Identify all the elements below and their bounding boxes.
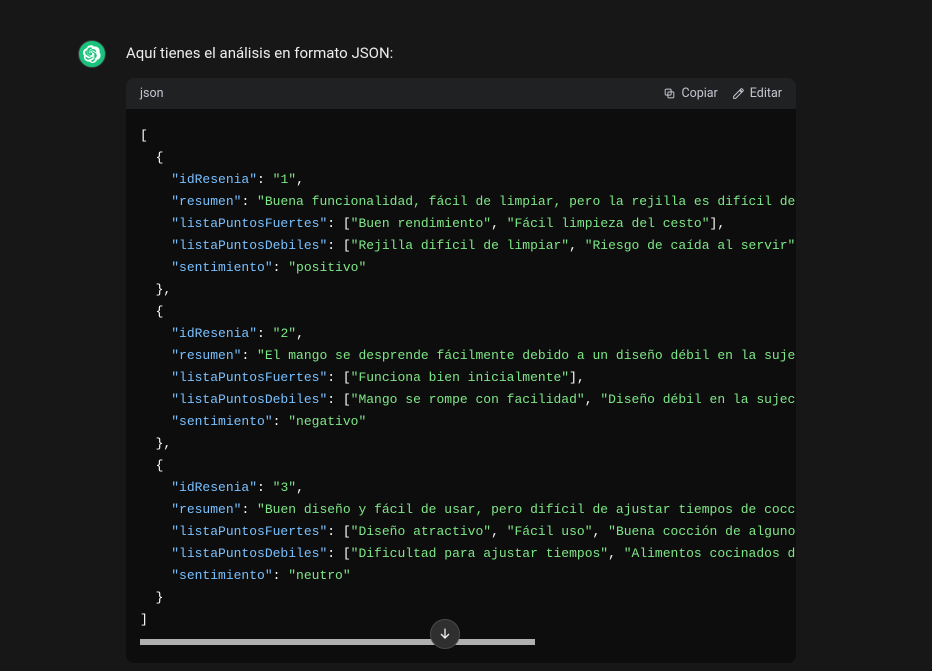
code-content: [ { "idResenia": "1", "resumen": "Buena … (126, 125, 796, 631)
edit-label: Editar (750, 86, 782, 101)
horizontal-scrollbar-thumb[interactable] (140, 639, 535, 645)
scroll-down-button[interactable] (430, 619, 460, 649)
copy-label: Copiar (681, 86, 717, 101)
code-body[interactable]: [ { "idResenia": "1", "resumen": "Buena … (126, 109, 796, 663)
code-language-label: json (140, 86, 163, 101)
assistant-avatar (78, 40, 106, 68)
arrow-down-icon (437, 626, 453, 642)
copy-icon (663, 87, 676, 100)
openai-logo-icon (83, 45, 101, 63)
intro-text: Aquí tienes el análisis en formato JSON: (126, 44, 796, 62)
assistant-message: Aquí tienes el análisis en formato JSON:… (126, 40, 826, 663)
code-header: json Copiar Editar (126, 78, 796, 109)
code-block: json Copiar Editar [ { "idResenia": "1",… (126, 78, 796, 663)
horizontal-scrollbar[interactable] (140, 639, 782, 645)
copy-button[interactable]: Copiar (663, 86, 717, 101)
edit-button[interactable]: Editar (732, 86, 782, 101)
edit-icon (732, 87, 745, 100)
